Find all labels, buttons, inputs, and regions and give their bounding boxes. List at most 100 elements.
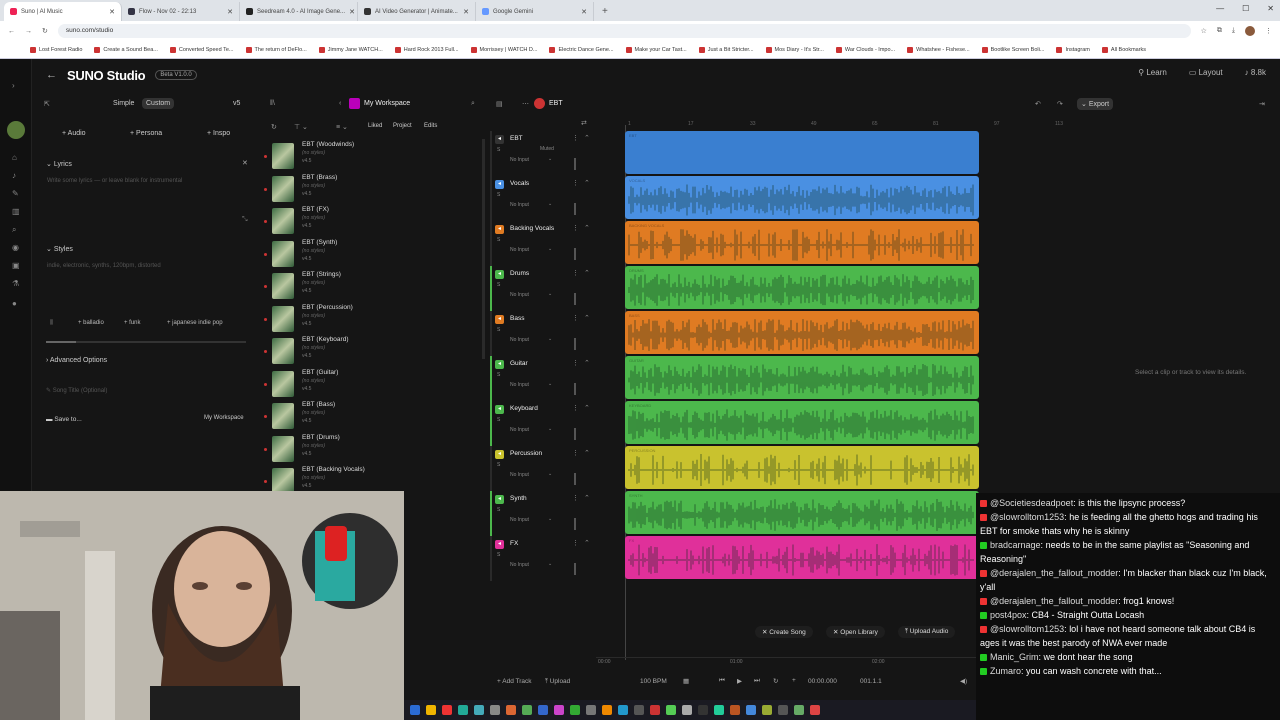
solo-icon[interactable]: S [497,462,500,468]
layout-button[interactable]: ▭ Layout [1189,68,1223,77]
track-mute-icon[interactable]: ◂ [495,450,504,459]
track-header[interactable]: ◂ FX ⋮ ⌃ S No Input ⌄ [490,536,594,581]
bookmark-item[interactable]: The return of DeFlo... [245,46,307,53]
minimize-icon[interactable]: — [1216,4,1224,13]
track-header[interactable]: ◂ Bass ⋮ ⌃ S No Input ⌄ [490,311,594,356]
close-tab-icon[interactable]: ✕ [109,8,115,16]
solo-icon[interactable]: S [497,147,500,153]
chevron-up-icon[interactable]: ⌃ [584,359,590,367]
home-icon[interactable]: ⌂ [12,153,17,162]
chevron-left-icon[interactable]: ‹ [339,100,341,107]
taskbar-app-icon[interactable] [634,705,644,715]
add-inspo-button[interactable]: + Inspo [207,130,230,137]
library-icon[interactable]: ▥ [12,207,20,216]
browser-tab[interactable]: Seedream 4.0 - AI Image Gene... ✕ [240,2,358,21]
taskbar-app-icon[interactable] [426,705,436,715]
add-track-button[interactable]: + Add Track [497,678,532,685]
reload-icon[interactable]: ↻ [42,27,48,35]
labs-icon[interactable]: ⚗ [12,279,19,288]
resize-icon[interactable]: ⤡ [242,216,248,224]
refresh-icon[interactable]: ↻ [271,123,277,131]
bookmark-item[interactable]: Mos Diary - It's Str... [765,46,824,53]
song-cover-image[interactable] [272,305,294,332]
track-header[interactable]: ◂ Backing Vocals ⋮ ⌃ S No Input ⌄ [490,221,594,266]
song-list-item[interactable]: EBT (FX) (no styles) v4.5 [264,206,482,238]
chips-scrollbar[interactable] [46,341,246,343]
undo-icon[interactable]: ↶ [1035,100,1041,108]
lyrics-magic-icon[interactable]: ✕ [242,159,248,167]
library-icon[interactable]: ‖\ [270,100,275,107]
track-header[interactable]: ◂ Synth ⋮ ⌃ S No Input ⌄ [490,491,594,536]
taskbar-app-icon[interactable] [522,705,532,715]
project-title[interactable]: EBT [549,100,563,107]
track-menu-icon[interactable]: ⋮ [572,269,579,277]
timeline-ruler[interactable]: 1 17 33 49 65 81 97 113 [625,121,1125,131]
taskbar-app-icon[interactable] [490,705,500,715]
song-cover-image[interactable] [272,273,294,299]
taskbar-app-icon[interactable] [458,705,468,715]
save-target-select[interactable]: My Workspace [204,415,244,421]
solo-icon[interactable]: S [497,552,500,558]
browser-tab[interactable]: Flow - Nov 02 - 22:13 ✕ [122,2,240,21]
audio-clip[interactable]: SYNTH [625,491,979,534]
taskbar-app-icon[interactable] [698,705,708,715]
volume-fader[interactable] [574,248,576,260]
taskbar-app-icon[interactable] [586,705,596,715]
bookmark-item[interactable]: Converted Speed Te... [169,46,234,53]
browser-tab[interactable]: AI Video Generator | Animate... ✕ [358,2,476,21]
chevron-down-icon[interactable]: ⌄ [548,201,552,207]
volume-icon[interactable]: ◀) [960,677,967,685]
taskbar-app-icon[interactable] [762,705,772,715]
taskbar-app-icon[interactable] [474,705,484,715]
style-chip[interactable]: + balladio [78,320,104,326]
taskbar-app-icon[interactable] [618,705,628,715]
taskbar-app-icon[interactable] [538,705,548,715]
track-input-select[interactable]: No Input [510,562,529,568]
version-select[interactable]: v5 [233,100,240,107]
close-tab-icon[interactable]: ✕ [227,8,233,16]
volume-fader[interactable] [574,338,576,350]
track-mute-icon[interactable]: ◂ [495,360,504,369]
mini-timeline[interactable]: 00:00 01:00 02:00 [596,657,976,665]
back-arrow-icon[interactable]: ← [46,69,57,81]
taskbar-app-icon[interactable] [506,705,516,715]
track-header[interactable]: ◂ EBT ⋮ ⌃ Muted S No Input ⌄ [490,131,594,176]
styles-section-header[interactable]: ⌄ Styles [46,245,73,253]
bookmark-item[interactable]: Jimmy Jane WATCH... [318,46,383,53]
audio-clip[interactable]: FX [625,536,979,579]
loop-icon[interactable]: ↻ [773,677,778,685]
song-cover-image[interactable] [272,143,294,169]
solo-icon[interactable]: S [497,237,500,243]
chevron-down-icon[interactable]: ⌄ [548,516,552,522]
audio-clip[interactable]: VOCALS [625,176,979,219]
taskbar-app-icon[interactable] [714,705,724,715]
taskbar-app-icon[interactable] [554,705,564,715]
track-menu-icon[interactable]: ⋮ [572,539,579,547]
chevron-down-icon[interactable]: ⌄ [548,291,552,297]
close-tab-icon[interactable]: ✕ [349,8,355,16]
song-cover-image[interactable] [272,338,294,364]
volume-fader[interactable] [574,383,576,395]
advanced-options-toggle[interactable]: › Advanced Options [46,357,107,364]
song-list-item[interactable]: EBT (Keyboard) (no styles) v4.5 [264,336,482,368]
taskbar-app-icon[interactable] [602,705,612,715]
audio-clip[interactable]: EBT [625,131,979,174]
track-mute-icon[interactable]: ◂ [495,495,504,504]
browser-menu-icon[interactable]: ⋮ [1265,27,1272,35]
solo-icon[interactable]: S [497,192,500,198]
track-input-select[interactable]: No Input [510,472,529,478]
taskbar-app-icon[interactable] [682,705,692,715]
audio-clip[interactable]: PERCUSSION [625,446,979,489]
solo-icon[interactable]: S [497,327,500,333]
track-input-select[interactable]: No Input [510,382,529,388]
add-persona-button[interactable]: + Persona [130,130,162,137]
user-avatar[interactable] [7,121,25,139]
taskbar-app-icon[interactable] [410,705,420,715]
notifications-icon[interactable]: ● [12,299,17,308]
track-input-select[interactable]: No Input [510,247,529,253]
track-menu-icon[interactable]: ⋮ [572,179,579,187]
track-input-select[interactable]: No Input [510,157,529,163]
track-header[interactable]: ◂ Percussion ⋮ ⌃ S No Input ⌄ [490,446,594,491]
style-chip[interactable]: + funk [124,320,141,326]
track-mute-icon[interactable]: ◂ [495,135,504,144]
